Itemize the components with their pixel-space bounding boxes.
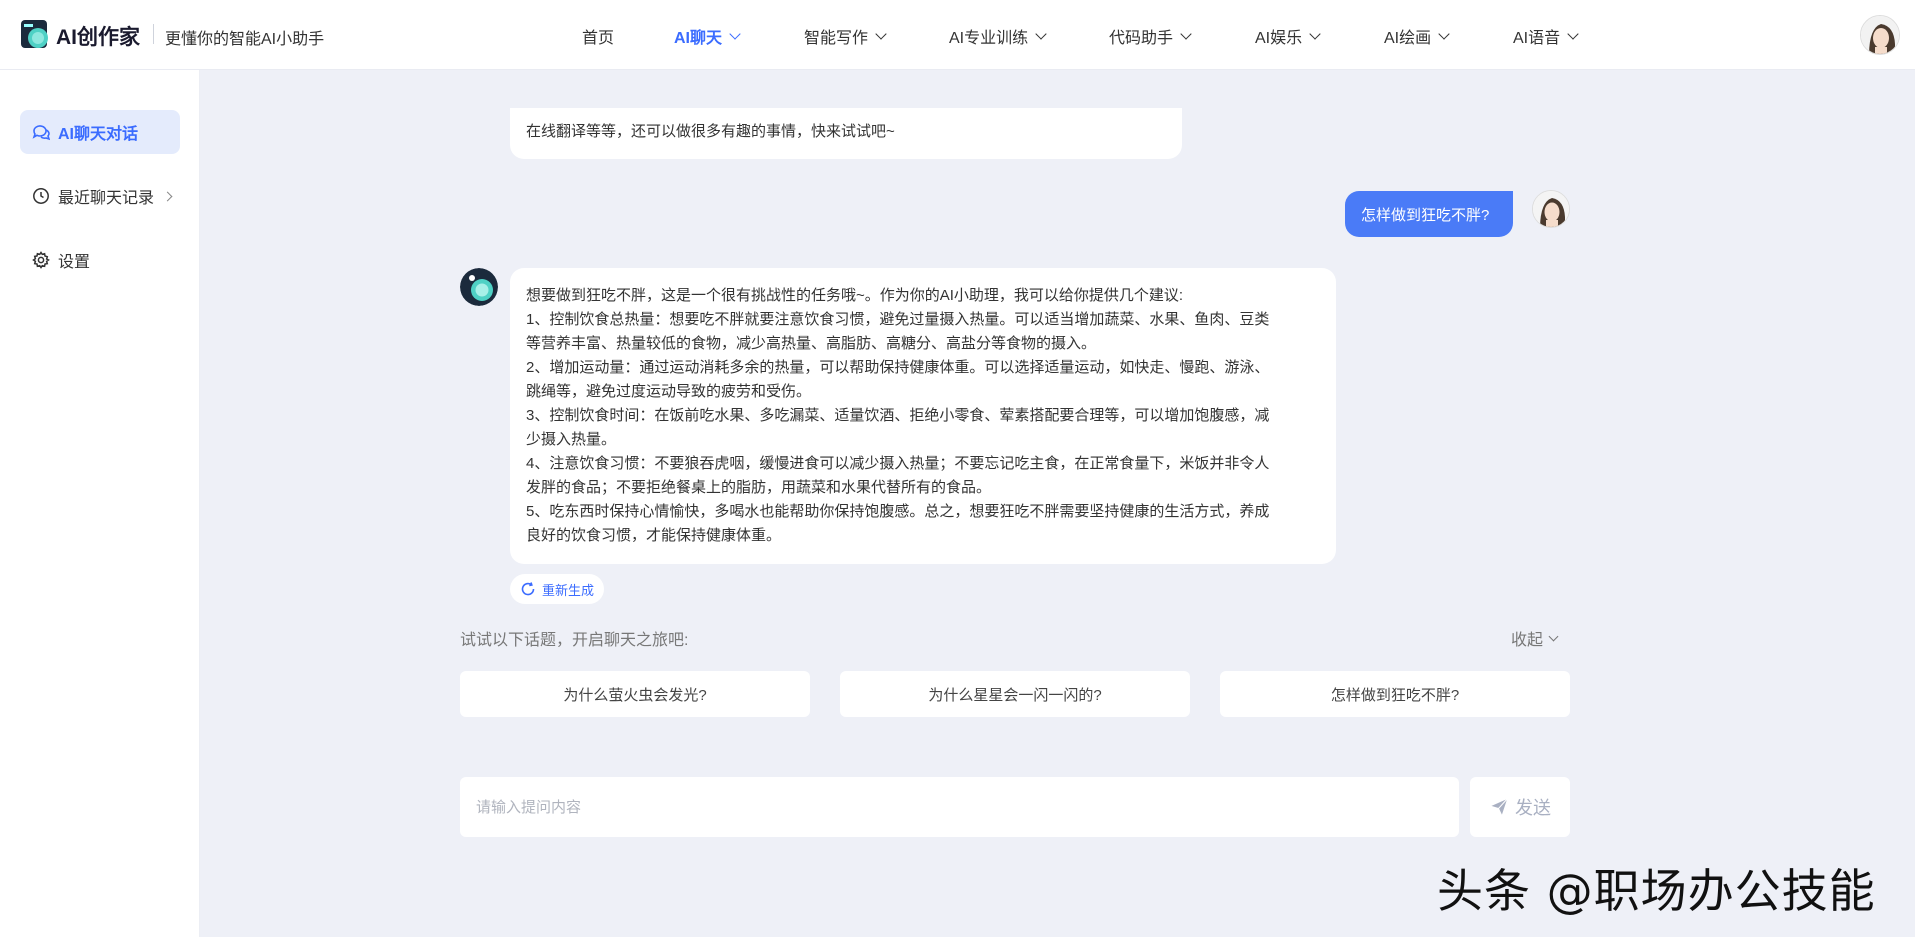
user-message-text: 怎样做到狂吃不胖? — [1361, 206, 1490, 224]
topic-label: 怎样做到狂吃不胖? — [1330, 686, 1460, 704]
nav-ai-entertainment[interactable]: AI娱乐 — [1255, 24, 1321, 48]
chevron-down-icon — [729, 28, 741, 40]
ai-message-answer: 想要做到狂吃不胖，这是一个很有挑战性的任务哦~。作为你的AI小助理，我可以给你提… — [510, 268, 1336, 564]
nav-code-assistant-label: 代码助手 — [1109, 30, 1174, 47]
answer-line: 跳绳等，避免过度运动导致的疲劳和受伤。 — [526, 383, 812, 400]
bot-avatar — [460, 268, 498, 306]
answer-line: 3、控制饮食时间：在饭前吃水果、多吃漏菜、适量饮酒、拒绝小零食、荤素搭配要合理等… — [526, 407, 1270, 424]
nav-ai-training-label: AI专业训练 — [949, 30, 1029, 47]
gear-icon — [32, 251, 50, 269]
chevron-down-icon — [875, 28, 887, 40]
nav-ai-painting-label: AI绘画 — [1384, 30, 1432, 47]
nav-code-assistant[interactable]: 代码助手 — [1109, 24, 1192, 48]
answer-line: 发胖的食品；不要拒绝餐桌上的脂肪，用蔬菜和水果代替所有的食品。 — [526, 479, 992, 496]
answer-line: 1、控制饮食总热量：想要吃不胖就要注意饮食习惯，避免过量摄入热量。可以适当增加蔬… — [526, 311, 1270, 328]
nav-ai-voice[interactable]: AI语音 — [1513, 24, 1579, 48]
bot-logo-icon — [460, 268, 498, 306]
user-avatar-image — [1533, 191, 1569, 227]
sidebar: AI聊天对话 最近聊天记录 设置 — [0, 70, 200, 937]
answer-line: 良好的饮食习惯，才能保持健康体重。 — [526, 527, 782, 544]
sidebar-item-settings[interactable]: 设置 — [20, 238, 180, 282]
nav-ai-chat[interactable]: AI聊天 — [674, 24, 741, 48]
answer-line: 想要做到狂吃不胖，这是一个很有挑战性的任务哦~。作为你的AI小助理，我可以给你提… — [526, 287, 1184, 304]
chevron-down-icon — [1567, 28, 1579, 40]
user-avatar[interactable] — [1860, 15, 1900, 55]
send-button[interactable]: 发送 — [1470, 777, 1570, 837]
chevron-down-icon — [1180, 28, 1192, 40]
sidebar-item-label: AI聊天对话 — [58, 126, 139, 143]
chevron-down-icon — [1309, 28, 1321, 40]
chevron-down-icon — [1438, 28, 1450, 40]
sidebar-item-ai-chat[interactable]: AI聊天对话 — [20, 110, 180, 154]
sidebar-item-label: 设置 — [58, 254, 91, 271]
topic-suggestion[interactable]: 怎样做到狂吃不胖? — [1220, 671, 1570, 717]
chevron-right-icon — [162, 191, 173, 201]
topic-suggestion[interactable]: 为什么萤火虫会发光? — [460, 671, 810, 717]
topic-label: 为什么星星会一闪一闪的? — [928, 686, 1102, 704]
paper-plane-icon — [1489, 797, 1509, 817]
send-label: 发送 — [1515, 798, 1551, 818]
collapse-topics-button[interactable]: 收起 — [1511, 626, 1559, 650]
nav-home[interactable]: 首页 — [582, 24, 614, 48]
topics-title: 试试以下话题，开启聊天之旅吧: — [460, 632, 689, 649]
answer-line: 少摄入热量。 — [526, 431, 617, 448]
nav-ai-chat-label: AI聊天 — [674, 30, 723, 47]
user-message-avatar — [1532, 190, 1570, 228]
nav-ai-training[interactable]: AI专业训练 — [949, 24, 1047, 48]
answer-line: 5、吃东西时保持心情愉快，多喝水也能帮助你保持饱腹感。总之，想要狂吃不胖需要坚持… — [526, 503, 1270, 520]
chevron-down-icon — [1035, 28, 1047, 40]
user-message: 怎样做到狂吃不胖? — [1345, 191, 1514, 237]
answer-line: 等营养丰富、热量较低的食物，减少高热量、高脂肪、高糖分、高盐分等食物的摄入。 — [526, 335, 1097, 352]
main-nav: 首页 AI聊天 智能写作 AI专业训练 代码助手 AI娱乐 AI绘画 AI语音 — [0, 24, 1915, 48]
ai-message-text: 在线翻译等等，还可以做很多有趣的事情，快来试试吧~ — [526, 123, 895, 140]
question-input[interactable] — [460, 777, 1459, 837]
answer-line: 4、注意饮食习惯：不要狼吞虎咽，缓慢进食可以减少摄入热量；不要忘记吃主食，在正常… — [526, 455, 1270, 472]
user-avatar-image — [1861, 16, 1899, 54]
regenerate-button[interactable]: 重新生成 — [510, 574, 605, 604]
nav-smart-writing[interactable]: 智能写作 — [804, 24, 887, 48]
nav-ai-voice-label: AI语音 — [1513, 30, 1561, 47]
watermark: 头条 @职场办公技能 — [1437, 864, 1876, 918]
nav-smart-writing-label: 智能写作 — [804, 30, 869, 47]
collapse-label: 收起 — [1511, 632, 1544, 649]
nav-ai-entertainment-label: AI娱乐 — [1255, 30, 1303, 47]
ai-message-previous: 在线翻译等等，还可以做很多有趣的事情，快来试试吧~ — [510, 108, 1182, 159]
chat-bubbles-icon — [32, 125, 50, 141]
clock-icon — [33, 188, 49, 204]
top-navbar: AI创作家 更懂你的智能AI小助手 首页 AI聊天 智能写作 AI专业训练 代码… — [0, 0, 1915, 70]
refresh-icon — [521, 582, 535, 596]
topic-label: 为什么萤火虫会发光? — [563, 686, 707, 704]
topic-suggestion[interactable]: 为什么星星会一闪一闪的? — [840, 671, 1190, 717]
sidebar-item-label: 最近聊天记录 — [58, 190, 155, 207]
answer-line: 2、增加运动量：通过运动消耗多余的热量，可以帮助保持健康体重。可以选择适量运动，… — [526, 359, 1270, 376]
chevron-down-icon — [1548, 631, 1559, 642]
sidebar-item-recent-chats[interactable]: 最近聊天记录 — [20, 174, 180, 218]
nav-home-label: 首页 — [582, 30, 615, 47]
nav-ai-painting[interactable]: AI绘画 — [1384, 24, 1450, 48]
regenerate-label: 重新生成 — [542, 582, 595, 598]
